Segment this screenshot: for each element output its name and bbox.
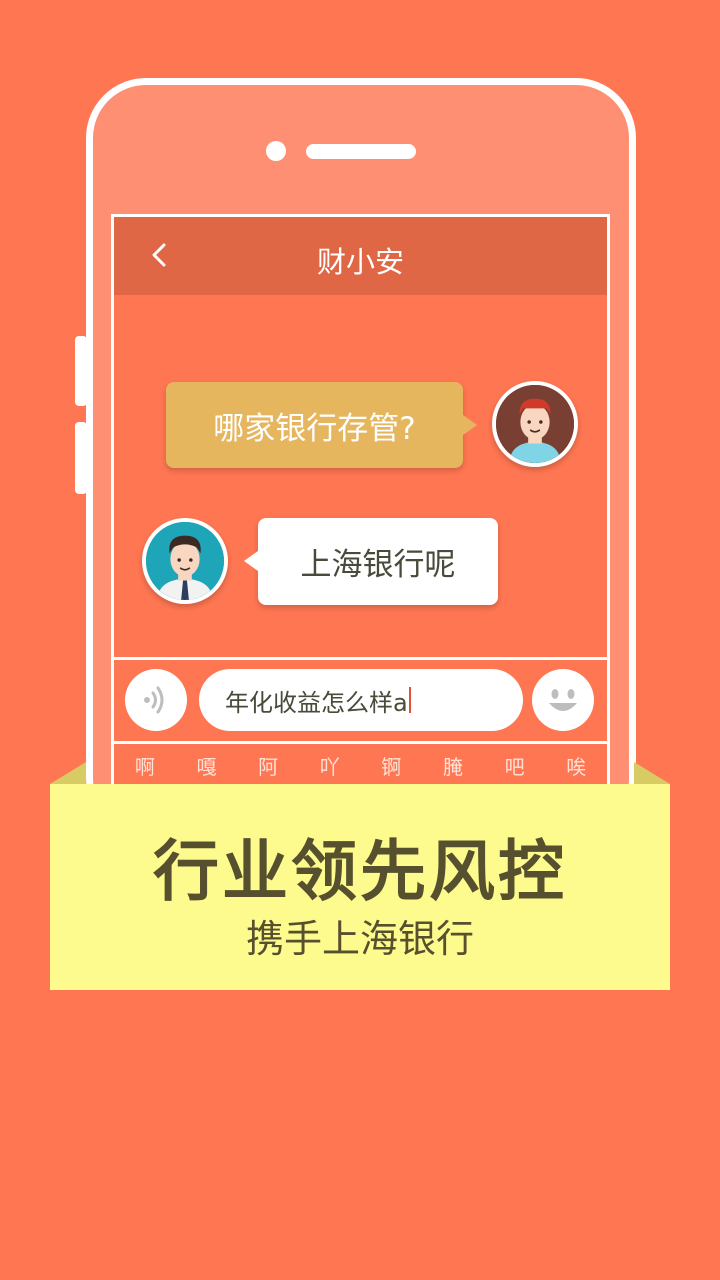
user-avatar <box>492 381 578 467</box>
ime-candidate-bar: 啊 嘎 阿 吖 锕 腌 吧 唉 <box>114 745 607 785</box>
banner-fold-right <box>634 762 670 784</box>
message-input[interactable]: 年化收益怎么样a <box>199 669 523 731</box>
message-text: 上海银行呢 <box>300 547 456 583</box>
bubble-tail <box>244 551 258 571</box>
candidate-word[interactable]: 吖 <box>320 751 340 780</box>
emoji-icon <box>549 689 577 711</box>
phone-camera <box>266 141 286 161</box>
input-divider <box>114 657 607 660</box>
text-caret <box>408 687 411 713</box>
candidate-word[interactable]: 吧 <box>505 751 525 780</box>
candidate-word[interactable]: 唉 <box>566 751 586 780</box>
message-bubble-question: 哪家银行存管? <box>166 382 477 468</box>
banner-subline: 携手上海银行 <box>245 917 474 961</box>
voice-button[interactable] <box>125 669 187 731</box>
candidate-word[interactable]: 阿 <box>258 751 278 780</box>
promo-banner: 行业领先风控 携手上海银行 <box>50 784 670 990</box>
candidate-word[interactable]: 锕 <box>381 751 401 780</box>
top-bar: 财小安 <box>114 217 607 295</box>
message-text: 哪家银行存管? <box>213 410 416 447</box>
candidate-word[interactable]: 嘎 <box>196 751 216 780</box>
advisor-avatar <box>142 518 228 604</box>
banner-headline: 行业领先风控 <box>153 833 567 910</box>
bubble-tail <box>463 415 477 435</box>
candidate-word[interactable]: 啊 <box>135 751 155 780</box>
message-bubble-answer: 上海银行呢 <box>244 518 498 605</box>
input-value: 年化收益怎么样a <box>225 688 408 717</box>
candidate-word[interactable]: 腌 <box>443 751 463 780</box>
phone-speaker <box>306 144 416 159</box>
keyboard-divider <box>114 741 607 744</box>
emoji-button[interactable] <box>532 669 594 731</box>
voice-icon <box>144 686 164 714</box>
chat-screen: 财小安 哪家银行存管? 上海银行呢 年化收益怎么样a 啊 嘎 阿 吖 锕 腌 吧… <box>111 214 610 794</box>
banner-fold-left <box>50 762 86 784</box>
page-title: 财小安 <box>316 245 404 279</box>
